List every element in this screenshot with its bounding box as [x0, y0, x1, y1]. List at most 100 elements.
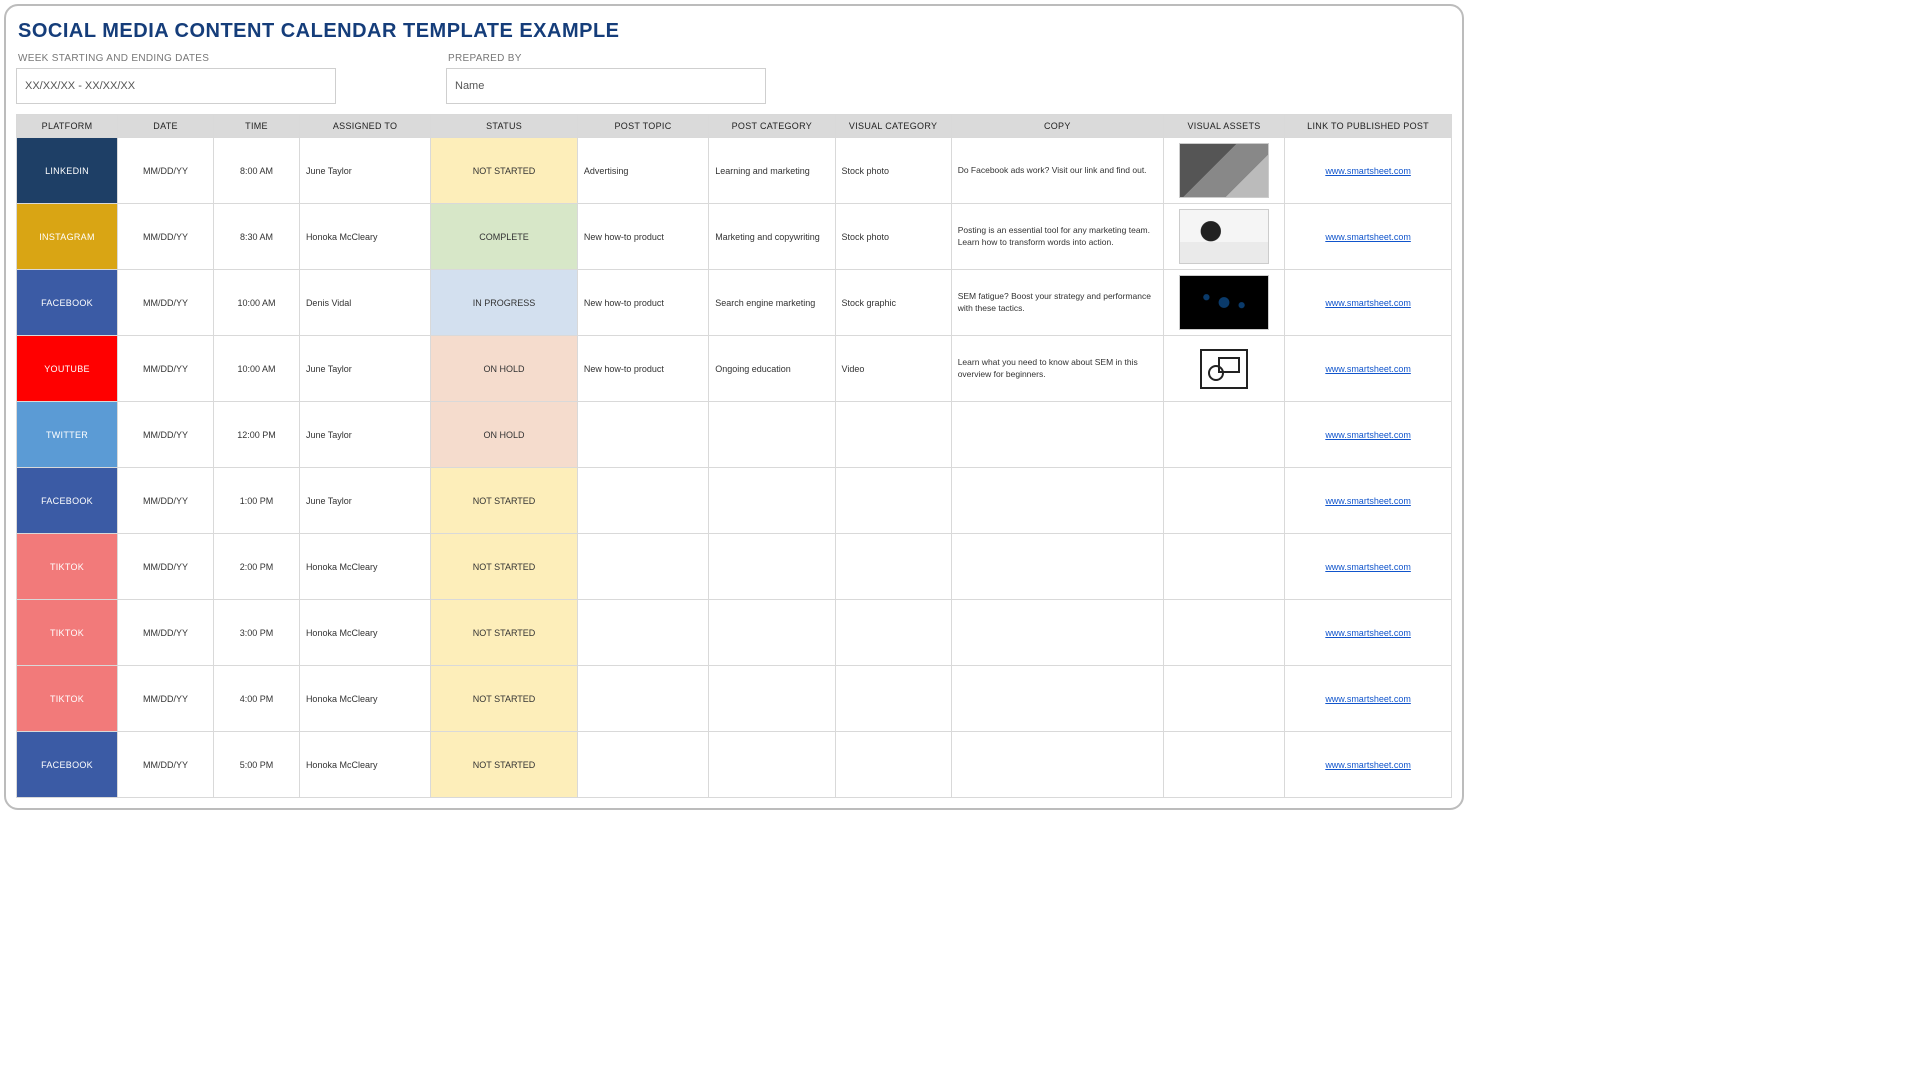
table-row: YOUTUBEMM/DD/YY10:00 AMJune TaylorON HOL… — [17, 336, 1452, 402]
time-cell: 10:00 AM — [214, 336, 300, 402]
platform-cell: TIKTOK — [17, 534, 118, 600]
published-link[interactable]: www.smartsheet.com — [1325, 628, 1411, 638]
col-header: PLATFORM — [17, 115, 118, 138]
assigned-cell: Honoka McCleary — [299, 534, 430, 600]
platform-cell: INSTAGRAM — [17, 204, 118, 270]
visual-asset-cell — [1163, 270, 1284, 336]
copy-cell — [951, 666, 1163, 732]
published-link[interactable]: www.smartsheet.com — [1325, 298, 1411, 308]
prepared-block: PREPARED BY — [446, 53, 766, 104]
col-header: STATUS — [431, 115, 578, 138]
date-cell: MM/DD/YY — [118, 732, 214, 798]
visual-category-cell — [835, 732, 951, 798]
visual-category-cell — [835, 534, 951, 600]
assigned-cell: June Taylor — [299, 468, 430, 534]
status-cell: NOT STARTED — [431, 600, 578, 666]
platform-cell: YOUTUBE — [17, 336, 118, 402]
visual-asset-cell — [1163, 336, 1284, 402]
table-row: INSTAGRAMMM/DD/YY8:30 AMHonoka McClearyC… — [17, 204, 1452, 270]
prepared-input[interactable] — [446, 68, 766, 104]
status-cell: NOT STARTED — [431, 468, 578, 534]
link-cell: www.smartsheet.com — [1285, 468, 1452, 534]
topic-cell — [577, 468, 708, 534]
laptop-thumbnail — [1179, 143, 1269, 198]
calendar-table: PLATFORMDATETIMEASSIGNED TOSTATUSPOST TO… — [16, 114, 1452, 798]
platform-cell: FACEBOOK — [17, 732, 118, 798]
col-header: POST TOPIC — [577, 115, 708, 138]
assigned-cell: Honoka McCleary — [299, 666, 430, 732]
category-cell: Ongoing education — [709, 336, 835, 402]
col-header: TIME — [214, 115, 300, 138]
table-row: FACEBOOKMM/DD/YY5:00 PMHonoka McClearyNO… — [17, 732, 1452, 798]
link-cell: www.smartsheet.com — [1285, 336, 1452, 402]
platform-cell: FACEBOOK — [17, 468, 118, 534]
topic-cell: New how-to product — [577, 336, 708, 402]
category-cell: Learning and marketing — [709, 138, 835, 204]
status-cell: NOT STARTED — [431, 666, 578, 732]
assigned-cell: June Taylor — [299, 138, 430, 204]
table-row: TIKTOKMM/DD/YY2:00 PMHonoka McClearyNOT … — [17, 534, 1452, 600]
col-header: VISUAL CATEGORY — [835, 115, 951, 138]
table-row: FACEBOOKMM/DD/YY1:00 PMJune TaylorNOT ST… — [17, 468, 1452, 534]
col-header: VISUAL ASSETS — [1163, 115, 1284, 138]
published-link[interactable]: www.smartsheet.com — [1325, 364, 1411, 374]
topic-cell: Advertising — [577, 138, 708, 204]
time-cell: 8:30 AM — [214, 204, 300, 270]
status-cell: NOT STARTED — [431, 138, 578, 204]
link-cell: www.smartsheet.com — [1285, 402, 1452, 468]
copy-cell: Do Facebook ads work? Visit our link and… — [951, 138, 1163, 204]
time-cell: 1:00 PM — [214, 468, 300, 534]
copy-cell — [951, 402, 1163, 468]
assigned-cell: Honoka McCleary — [299, 204, 430, 270]
visual-category-cell — [835, 600, 951, 666]
visual-category-cell — [835, 666, 951, 732]
published-link[interactable]: www.smartsheet.com — [1325, 694, 1411, 704]
topic-cell — [577, 666, 708, 732]
assigned-cell: Honoka McCleary — [299, 732, 430, 798]
visual-asset-cell — [1163, 468, 1284, 534]
page-title: SOCIAL MEDIA CONTENT CALENDAR TEMPLATE E… — [16, 16, 1452, 53]
col-header: POST CATEGORY — [709, 115, 835, 138]
link-cell: www.smartsheet.com — [1285, 600, 1452, 666]
published-link[interactable]: www.smartsheet.com — [1325, 232, 1411, 242]
date-cell: MM/DD/YY — [118, 336, 214, 402]
visual-asset-cell — [1163, 534, 1284, 600]
col-header: DATE — [118, 115, 214, 138]
link-cell: www.smartsheet.com — [1285, 270, 1452, 336]
platform-cell: TWITTER — [17, 402, 118, 468]
link-cell: www.smartsheet.com — [1285, 666, 1452, 732]
copy-cell — [951, 534, 1163, 600]
published-link[interactable]: www.smartsheet.com — [1325, 430, 1411, 440]
platform-cell: TIKTOK — [17, 666, 118, 732]
visual-asset-cell — [1163, 138, 1284, 204]
status-cell: COMPLETE — [431, 204, 578, 270]
status-cell: IN PROGRESS — [431, 270, 578, 336]
copy-cell: SEM fatigue? Boost your strategy and per… — [951, 270, 1163, 336]
category-cell — [709, 402, 835, 468]
topic-cell — [577, 600, 708, 666]
visual-category-cell — [835, 402, 951, 468]
col-header: LINK TO PUBLISHED POST — [1285, 115, 1452, 138]
table-row: LINKEDINMM/DD/YY8:00 AMJune TaylorNOT ST… — [17, 138, 1452, 204]
published-link[interactable]: www.smartsheet.com — [1325, 760, 1411, 770]
dates-block: WEEK STARTING AND ENDING DATES — [16, 53, 336, 104]
visual-asset-cell — [1163, 402, 1284, 468]
status-cell: NOT STARTED — [431, 534, 578, 600]
time-cell: 8:00 AM — [214, 138, 300, 204]
visual-asset-cell — [1163, 666, 1284, 732]
network-thumbnail — [1179, 275, 1269, 330]
dates-label: WEEK STARTING AND ENDING DATES — [16, 53, 336, 68]
published-link[interactable]: www.smartsheet.com — [1325, 166, 1411, 176]
visual-category-cell: Stock photo — [835, 138, 951, 204]
table-row: TIKTOKMM/DD/YY4:00 PMHonoka McClearyNOT … — [17, 666, 1452, 732]
copy-cell — [951, 600, 1163, 666]
published-link[interactable]: www.smartsheet.com — [1325, 496, 1411, 506]
meta-row: WEEK STARTING AND ENDING DATES PREPARED … — [16, 53, 1452, 104]
date-cell: MM/DD/YY — [118, 468, 214, 534]
col-header: ASSIGNED TO — [299, 115, 430, 138]
published-link[interactable]: www.smartsheet.com — [1325, 562, 1411, 572]
link-cell: www.smartsheet.com — [1285, 534, 1452, 600]
status-cell: NOT STARTED — [431, 732, 578, 798]
topic-cell: New how-to product — [577, 270, 708, 336]
dates-input[interactable] — [16, 68, 336, 104]
